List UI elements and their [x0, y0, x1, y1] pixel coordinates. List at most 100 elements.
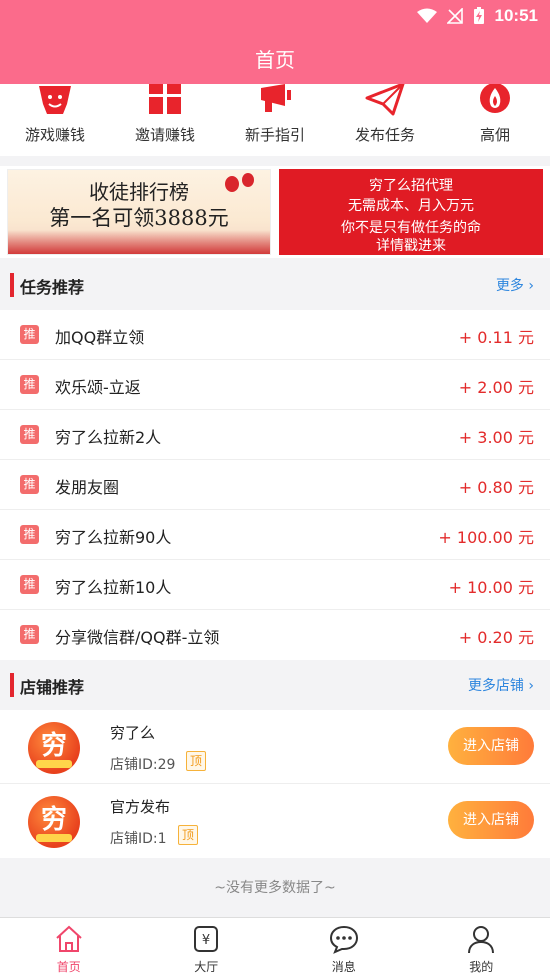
- shop-logo-ribbon: [36, 760, 72, 768]
- shop-logo-text: 穷: [40, 805, 67, 835]
- task-name: 加QQ群立领: [55, 328, 145, 347]
- task-row[interactable]: 推穷了么拉新10人 + 10.00 元: [0, 560, 550, 610]
- shop-id: 店铺ID:29: [110, 757, 176, 773]
- task-row[interactable]: 推穷了么拉新90人 + 100.00 元: [0, 510, 550, 560]
- svg-text:¥: ¥: [202, 933, 210, 948]
- task-name: 发朋友圈: [55, 478, 120, 497]
- chevron-right-icon: ›: [528, 678, 534, 694]
- shop-section-header: 店铺推荐 更多店铺 ›: [0, 661, 550, 709]
- app-header: 10:51 首页: [0, 0, 550, 84]
- shop-row[interactable]: 穷 穷了么 店铺ID:29 顶 进入店铺: [0, 710, 550, 784]
- recommend-badge: 推: [20, 325, 39, 344]
- banner-text: 你不是只有做任务的命: [341, 220, 481, 236]
- task-price: + 100.00 元: [438, 528, 534, 547]
- quicknav-label: 邀请赚钱: [134, 126, 195, 144]
- quick-nav: 游戏赚钱 邀请赚钱 新手指引 发布任务 高佣: [0, 84, 550, 156]
- shop-name: 穷了么: [110, 724, 156, 742]
- enter-shop-button[interactable]: 进入店铺: [448, 727, 534, 765]
- enter-shop-button[interactable]: 进入店铺: [448, 801, 534, 839]
- task-name: 分享微信群/QQ群-立领: [55, 628, 220, 647]
- banner-text: 详情戳进来: [376, 238, 446, 254]
- task-price: + 0.20 元: [458, 628, 534, 647]
- section-title: 任务推荐: [20, 278, 85, 297]
- quicknav-newbie-guide[interactable]: 新手指引: [220, 84, 330, 156]
- section-accent-bar: [10, 673, 14, 697]
- status-bar: 10:51: [0, 0, 550, 32]
- status-time: 10:51: [494, 6, 538, 25]
- task-name: 欢乐颂-立返: [55, 378, 141, 397]
- wifi-icon: [416, 8, 437, 23]
- paper-plane-icon: [365, 84, 405, 116]
- no-more-data-text: ~没有更多数据了~: [214, 880, 336, 896]
- task-row[interactable]: 推欢乐颂-立返 + 2.00 元: [0, 360, 550, 410]
- tab-hall[interactable]: ¥ 大厅: [138, 918, 276, 979]
- tab-label: 首页: [56, 960, 81, 974]
- battery-charging-icon: [473, 7, 484, 24]
- task-price: + 2.00 元: [458, 378, 534, 397]
- recommend-badge: 推: [20, 475, 39, 494]
- more-label: 更多店铺: [467, 678, 524, 694]
- task-name: 穷了么拉新2人: [55, 428, 162, 447]
- yen-icon: ¥: [194, 926, 219, 952]
- flame-icon: [480, 84, 510, 113]
- tab-label: 我的: [469, 960, 494, 974]
- quicknav-invite-earn[interactable]: 邀请赚钱: [110, 84, 220, 156]
- shop-row[interactable]: 穷 官方发布 店铺ID:1 顶 进入店铺: [0, 784, 550, 858]
- quicknav-high-commission[interactable]: 高佣: [440, 84, 550, 156]
- task-section-header: 任务推荐 更多 ›: [0, 261, 550, 309]
- quicknav-game-earn[interactable]: 游戏赚钱: [0, 84, 110, 156]
- lantern-icon: [225, 173, 254, 192]
- quicknav-label: 发布任务: [354, 126, 415, 144]
- tab-label: 消息: [331, 960, 356, 974]
- quicknav-label: 游戏赚钱: [24, 126, 85, 144]
- page-title: 首页: [255, 48, 295, 72]
- task-name: 穷了么拉新10人: [55, 578, 172, 597]
- task-row[interactable]: 推发朋友圈 + 0.80 元: [0, 460, 550, 510]
- tab-label: 大厅: [194, 960, 219, 974]
- more-label: 更多: [495, 278, 524, 294]
- banner-leaderboard[interactable]: 收徒排行榜 第一名可领3888元: [7, 169, 271, 255]
- banner-text: 无需成本、月入万元: [348, 198, 474, 214]
- banner-text: 第一名可领3888元: [49, 206, 229, 230]
- shop-logo-ribbon: [36, 834, 72, 842]
- recommend-badge: 推: [20, 575, 39, 594]
- quicknav-label: 高佣: [479, 126, 510, 144]
- task-price: + 0.11 元: [458, 328, 534, 347]
- task-list: 推加QQ群立领 + 0.11 元 推欢乐颂-立返 + 2.00 元 推穷了么拉新2人…: [0, 310, 550, 660]
- bottom-tab-bar: 首页 ¥ 大厅 消息 我的: [0, 917, 550, 979]
- tab-home[interactable]: 首页: [0, 918, 138, 979]
- shop-id: 店铺ID:1: [110, 831, 167, 847]
- task-price: + 10.00 元: [448, 578, 534, 597]
- city-skyline-decoration: [8, 230, 270, 254]
- task-price: + 0.80 元: [458, 478, 534, 497]
- banner-text: 穷了么招代理: [369, 178, 453, 194]
- top-tag: 顶: [178, 825, 198, 845]
- banner-area: 收徒排行榜 第一名可领3888元 穷了么招代理 无需成本、月入万元 你不是只有做…: [0, 166, 550, 258]
- no-signal-icon: [446, 8, 463, 24]
- task-row[interactable]: 推分享微信群/QQ群-立领 + 0.20 元: [0, 610, 550, 660]
- recommend-badge: 推: [20, 425, 39, 444]
- task-row[interactable]: 推穷了么拉新2人 + 3.00 元: [0, 410, 550, 460]
- more-shops-link[interactable]: 更多店铺 ›: [468, 675, 534, 695]
- chevron-right-icon: ›: [528, 278, 534, 294]
- banner-agent-recruit[interactable]: 穷了么招代理 无需成本、月入万元 你不是只有做任务的命 详情戳进来: [279, 169, 543, 255]
- shop-list: 穷 穷了么 店铺ID:29 顶 进入店铺 穷 官方发布 店铺ID:1 顶 进入店…: [0, 710, 550, 858]
- more-tasks-link[interactable]: 更多 ›: [496, 275, 534, 295]
- recommend-badge: 推: [20, 625, 39, 644]
- top-tag: 顶: [186, 751, 206, 771]
- task-price: + 3.00 元: [458, 428, 534, 447]
- chat-icon: [329, 925, 358, 954]
- user-icon: [468, 926, 495, 954]
- smile-star-icon: [39, 86, 71, 114]
- tab-messages[interactable]: 消息: [275, 918, 413, 979]
- shop-logo: 穷: [28, 722, 80, 774]
- tab-profile[interactable]: 我的: [413, 918, 550, 979]
- quicknav-publish-task[interactable]: 发布任务: [330, 84, 440, 156]
- quicknav-label: 新手指引: [244, 126, 305, 144]
- task-row[interactable]: 推加QQ群立领 + 0.11 元: [0, 310, 550, 360]
- home-icon: [56, 925, 82, 952]
- shop-logo: 穷: [28, 796, 80, 848]
- shop-name: 官方发布: [110, 798, 171, 816]
- gift-icon: [149, 84, 181, 114]
- section-title: 店铺推荐: [20, 678, 85, 697]
